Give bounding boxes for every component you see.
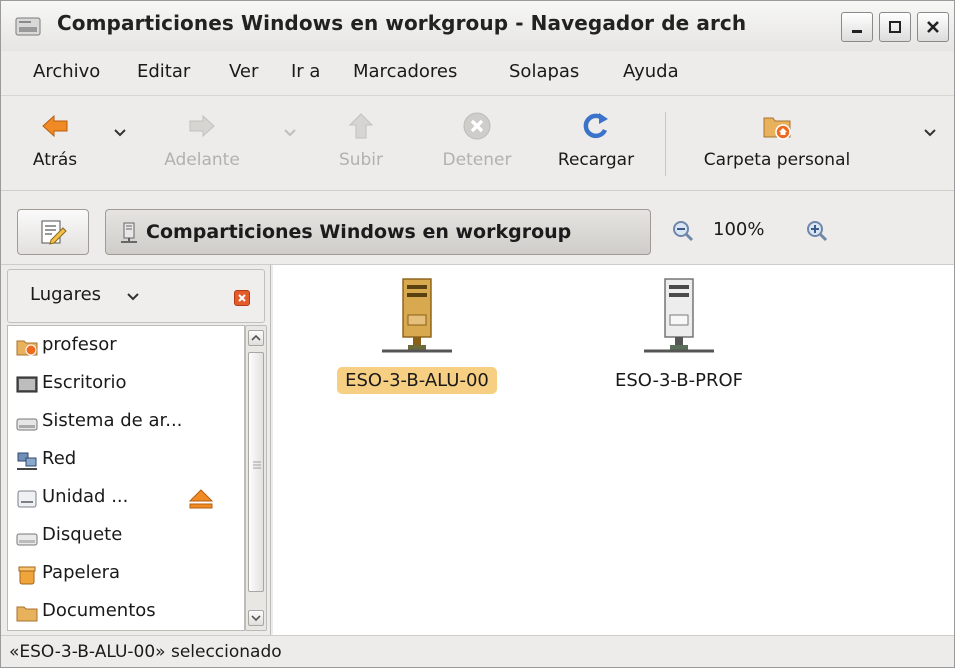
menu-editar[interactable]: Editar [137,61,190,82]
sidebar-item-papelera[interactable]: Papelera [12,556,244,592]
drive-icon [17,490,37,508]
home-folder-icon [763,117,791,140]
sidebar: Lugares profesor Escritorio Sistema de a… [1,265,271,635]
path-button-current[interactable]: Comparticiones Windows en workgroup [105,209,651,255]
menu-archivo[interactable]: Archivo [33,61,100,82]
desktop-icon [16,376,38,393]
location-bar: Comparticiones Windows en workgroup 100% [1,191,954,265]
edit-location-icon [41,220,67,245]
sidebar-header: Lugares [7,269,267,323]
sidebar-scrollbar[interactable] [245,325,267,631]
scroll-down-button[interactable] [248,610,264,626]
zoom-out-icon[interactable] [671,219,695,243]
close-icon [238,294,246,302]
stop-button[interactable]: Detener [427,96,527,192]
folder-icon [16,606,38,622]
file-item-eso-3-b-prof[interactable]: ESO-3-B-PROF [579,277,779,394]
forward-history-chevron-icon[interactable] [283,128,297,138]
sidebar-close-button[interactable] [234,290,250,306]
sidebar-item-profesor[interactable]: profesor [12,328,244,364]
file-label: ESO-3-B-ALU-00 [337,367,497,394]
up-arrow-icon [348,113,374,139]
scroll-up-button[interactable] [248,330,264,346]
statusbar: «ESO-3-B-ALU-00» seleccionado [1,635,954,667]
back-history-chevron-icon[interactable] [113,128,127,138]
back-button[interactable]: Atrás [15,96,95,192]
zoom-in-icon[interactable] [805,219,829,243]
location-edit-toggle-button[interactable] [17,209,89,255]
minimize-icon [852,30,862,33]
sidebar-item-documentos[interactable]: Documentos [12,594,244,630]
trash-icon [18,566,36,585]
window-title: Comparticiones Windows en workgroup - Na… [57,11,747,35]
toolbar-separator [665,112,666,176]
file-label: ESO-3-B-PROF [615,370,743,391]
sidebar-item-sistema[interactable]: Sistema de ar... [12,404,244,440]
sidebar-item-unidad[interactable]: Unidad ... [12,480,244,516]
file-view[interactable]: ESO-3-B-ALU-00 ESO-3-B-PROF [273,265,954,635]
menu-ayuda[interactable]: Ayuda [623,61,679,82]
close-icon [927,21,939,33]
grip-icon [253,461,261,469]
chevron-down-icon [251,615,261,622]
maximize-button[interactable] [879,12,911,42]
network-server-icon [644,278,714,353]
up-button[interactable]: Subir [321,96,401,192]
toolbar-overflow-chevron-icon[interactable] [923,128,937,138]
network-share-icon [121,222,137,243]
home-folder-button[interactable]: Carpeta personal [677,96,877,192]
sidebar-type-selector[interactable]: Lugares [7,269,265,323]
places-list: profesor Escritorio Sistema de ar... Red… [7,325,245,631]
status-text: «ESO-3-B-ALU-00» seleccionado [9,642,282,662]
titlebar[interactable]: Comparticiones Windows en workgroup - Na… [1,1,954,51]
filesystem-icon [16,418,38,431]
path-button-label: Comparticiones Windows en workgroup [146,221,572,243]
drive-app-icon [15,17,41,36]
menu-solapas[interactable]: Solapas [509,61,579,82]
sidebar-item-disquete[interactable]: Disquete [12,518,244,554]
eject-icon[interactable] [188,488,214,510]
menu-ir-a[interactable]: Ir a [291,61,320,82]
menubar: Archivo Editar Ver Ir a Marcadores Solap… [1,51,954,93]
network-server-icon [382,278,452,353]
back-arrow-icon [42,114,68,138]
sidebar-item-red[interactable]: Red [12,442,244,478]
forward-button[interactable]: Adelante [147,96,257,192]
chevron-down-icon [127,293,139,301]
forward-arrow-icon [189,114,215,138]
reload-icon [583,113,608,139]
toolbar: Atrás Adelante Subir Detener Recargar Ca… [1,95,954,192]
menu-ver[interactable]: Ver [229,61,258,82]
file-browser-window: Comparticiones Windows en workgroup - Na… [0,0,955,668]
menu-marcadores[interactable]: Marcadores [353,61,457,82]
scrollbar-thumb[interactable] [248,352,264,592]
minimize-button[interactable] [841,12,873,42]
home-folder-icon [16,340,38,356]
reload-button[interactable]: Recargar [541,96,651,192]
network-icon [17,452,37,470]
maximize-icon [889,21,901,33]
file-item-eso-3-b-alu-00[interactable]: ESO-3-B-ALU-00 [317,277,517,394]
zoom-level[interactable]: 100% [713,219,764,240]
floppy-icon [16,533,38,546]
sidebar-item-escritorio[interactable]: Escritorio [12,366,244,402]
chevron-up-icon [251,334,261,341]
stop-icon [463,112,491,140]
close-button[interactable] [917,12,949,42]
